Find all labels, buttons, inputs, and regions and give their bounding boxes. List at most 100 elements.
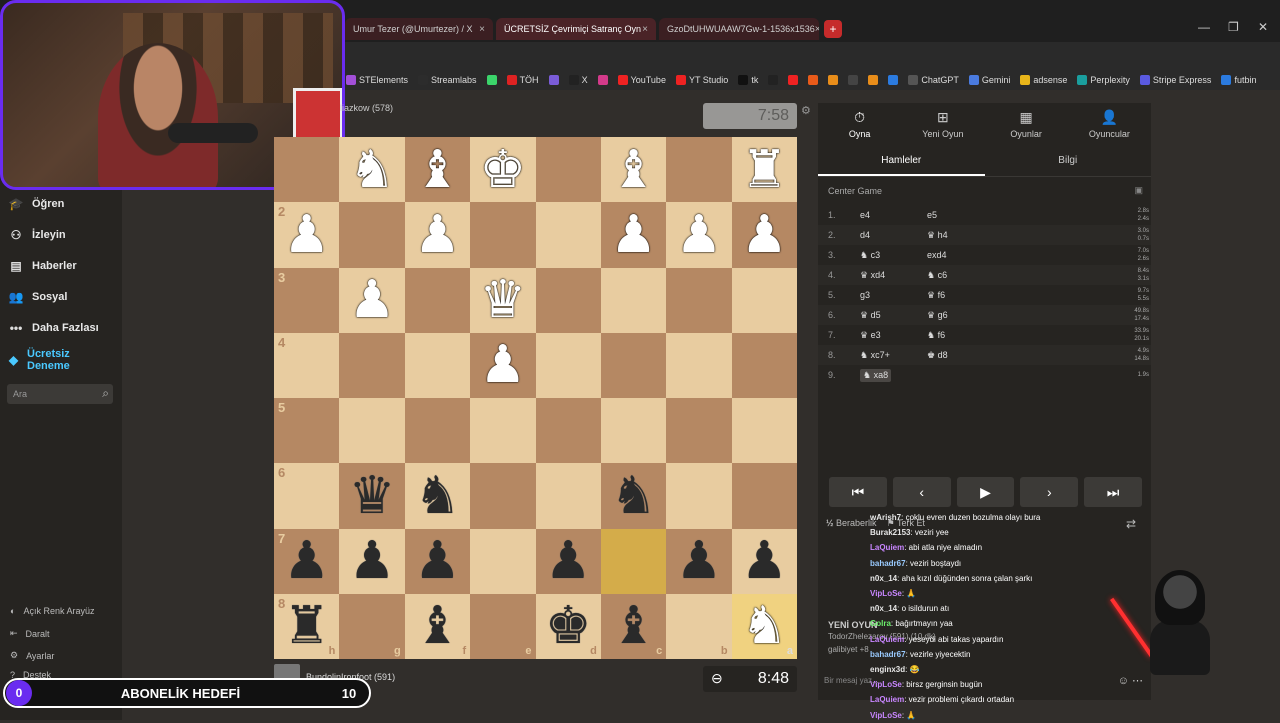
board-square[interactable]: ♟ [535, 528, 601, 594]
move-san[interactable]: e4 [860, 210, 927, 220]
nav-settings[interactable]: ⚙ Ayarlar [10, 650, 54, 661]
chess-piece[interactable]: ♟ [741, 535, 788, 587]
move-san[interactable]: ♞ c3 [860, 250, 927, 261]
nav-collapse[interactable]: ⇤ Daralt [10, 628, 50, 639]
board-square[interactable] [470, 528, 536, 594]
board-square[interactable] [404, 267, 471, 333]
chess-piece[interactable]: ♟ [676, 209, 723, 261]
board-square[interactable]: ♜ [731, 137, 797, 203]
chess-piece[interactable]: ♟ [545, 535, 592, 587]
board-square[interactable] [470, 202, 536, 268]
board-square[interactable] [535, 202, 601, 268]
move-san[interactable]: exd4 [927, 250, 987, 260]
chess-piece[interactable]: ♛ [480, 274, 527, 326]
board-square[interactable]: 6 [274, 463, 340, 529]
board-square[interactable]: ♞ [339, 137, 405, 203]
board-square[interactable]: ♛ [470, 267, 536, 333]
move-san[interactable]: ♞ xc7+ [860, 350, 927, 361]
board-square[interactable]: ♟ [339, 267, 405, 333]
board-square[interactable]: ♝ [600, 137, 667, 203]
move-san[interactable]: ♛ g6 [927, 310, 987, 321]
browser-tab[interactable]: Umur Tezer (@Umurtezer) / X × [345, 18, 493, 40]
board-square[interactable]: ♟ [404, 202, 471, 268]
move-san[interactable]: g3 [860, 290, 927, 300]
bookmark-item[interactable]: YouTube [614, 75, 670, 85]
nav-more[interactable]: ••• Daha Fazlası [8, 320, 99, 336]
board-square[interactable]: g [339, 593, 405, 659]
board-square[interactable]: c ♝ [600, 593, 667, 659]
bookmark-item[interactable]: tk [734, 75, 762, 85]
chess-piece[interactable]: ♞ [349, 144, 396, 196]
board-square[interactable]: ♞ [404, 463, 471, 529]
bookmark-item[interactable] [804, 75, 822, 85]
search-input[interactable]: Ara ⌕ [7, 384, 113, 404]
move-san[interactable]: ♞ f6 [927, 330, 987, 341]
board-square[interactable] [666, 463, 732, 529]
board-square[interactable]: ♟ [666, 202, 732, 268]
board-square[interactable]: ♟ [470, 332, 536, 398]
bookmark-item[interactable]: YT Studio [672, 75, 732, 85]
play-button[interactable]: ▶ [956, 477, 1015, 507]
bookmark-item[interactable]: TÖH [503, 75, 543, 85]
move-san[interactable]: ♛ f6 [927, 290, 987, 301]
nav-free-trial[interactable]: ◆ Ücretsiz Deneme [8, 348, 88, 372]
draw-button[interactable]: ½ Beraberlik [826, 518, 877, 529]
nav-news[interactable]: ▤ Haberler [8, 258, 76, 274]
chess-piece[interactable]: ♟ [283, 209, 330, 261]
board-square[interactable] [731, 398, 797, 464]
chess-piece[interactable]: ♚ [545, 600, 592, 652]
board-square[interactable]: ♟ [404, 528, 471, 594]
board-square[interactable]: 7 ♟ [274, 528, 340, 594]
move-san[interactable]: e5 [927, 210, 987, 220]
message-input[interactable]: Bir mesaj yaz... ☺ ⋯ [818, 668, 1151, 692]
close-icon[interactable]: × [642, 24, 648, 35]
bookmark-item[interactable] [884, 75, 902, 85]
board-square[interactable]: f ♝ [404, 593, 471, 659]
chess-board[interactable]: ♞ ♝ ♚ ♝ ♜ 2 ♟ ♟ ♟ ♟ ♟ 3 ♟ ♛ 4 ♟ 5 6 ♛ ♞ ♞ 7 ♟ ♟ ♟ ♟ ♟ ♟ 8 h ♜ g f ♝ e d ♚ c ♝ b… [274, 137, 797, 659]
bookmark-item[interactable]: X [565, 75, 592, 85]
bookmark-item[interactable] [483, 75, 501, 85]
next-move-button[interactable]: › [1020, 477, 1079, 507]
board-square[interactable]: ♞ [600, 463, 667, 529]
top-player-name[interactable]: liazkow (578) [340, 103, 393, 113]
bookmark-item[interactable]: Perplexity [1073, 75, 1134, 85]
bookmark-item[interactable]: ChatGPT [904, 75, 963, 85]
close-window-icon[interactable]: ✕ [1258, 20, 1268, 34]
tab-play[interactable]: ⏱ Oyna [818, 103, 901, 143]
board-square[interactable]: 8 h ♜ [274, 593, 340, 659]
board-settings-icon[interactable]: ⚙ [801, 104, 811, 117]
board-square[interactable] [666, 137, 732, 203]
move-san[interactable]: ♛ xd4 [860, 270, 927, 281]
chess-piece[interactable]: ♟ [414, 209, 461, 261]
board-square[interactable] [535, 463, 601, 529]
bookmark-item[interactable] [545, 75, 563, 85]
bookmark-item[interactable]: adsense [1016, 75, 1071, 85]
board-square[interactable] [339, 202, 405, 268]
browser-tab-active[interactable]: ÜCRETSİZ Çevrimiçi Satranç Oyn × [496, 18, 656, 40]
board-square[interactable]: 4 [274, 332, 340, 398]
nav-watch[interactable]: ⚇ İzleyin [8, 227, 66, 243]
emoji-icon[interactable]: ☺ ⋯ [1118, 674, 1143, 687]
board-square[interactable] [600, 267, 667, 333]
board-square[interactable] [339, 332, 405, 398]
flip-board-icon[interactable]: ⇄ [1126, 517, 1136, 531]
bookmark-item[interactable] [784, 75, 802, 85]
board-square[interactable] [535, 332, 601, 398]
move-san[interactable]: ♞ c6 [927, 270, 987, 281]
bookmark-item[interactable] [864, 75, 882, 85]
move-san[interactable]: ♛ e3 [860, 330, 927, 341]
board-square[interactable] [274, 137, 340, 203]
board-square[interactable]: ♟ [666, 528, 732, 594]
board-square[interactable]: 5 [274, 398, 340, 464]
close-icon[interactable]: × [479, 24, 485, 35]
bookmark-item[interactable]: Streamlabs [414, 75, 481, 85]
board-square[interactable]: 2 ♟ [274, 202, 340, 268]
board-square[interactable] [731, 463, 797, 529]
book-icon[interactable]: ▣ [1134, 185, 1143, 196]
board-square[interactable] [666, 398, 732, 464]
bookmark-item[interactable] [764, 75, 782, 85]
board-square[interactable] [600, 398, 667, 464]
chess-piece[interactable]: ♟ [741, 209, 788, 261]
bookmark-item[interactable]: futbin [1217, 75, 1260, 85]
bookmark-item[interactable]: Stripe Express [1136, 75, 1216, 85]
